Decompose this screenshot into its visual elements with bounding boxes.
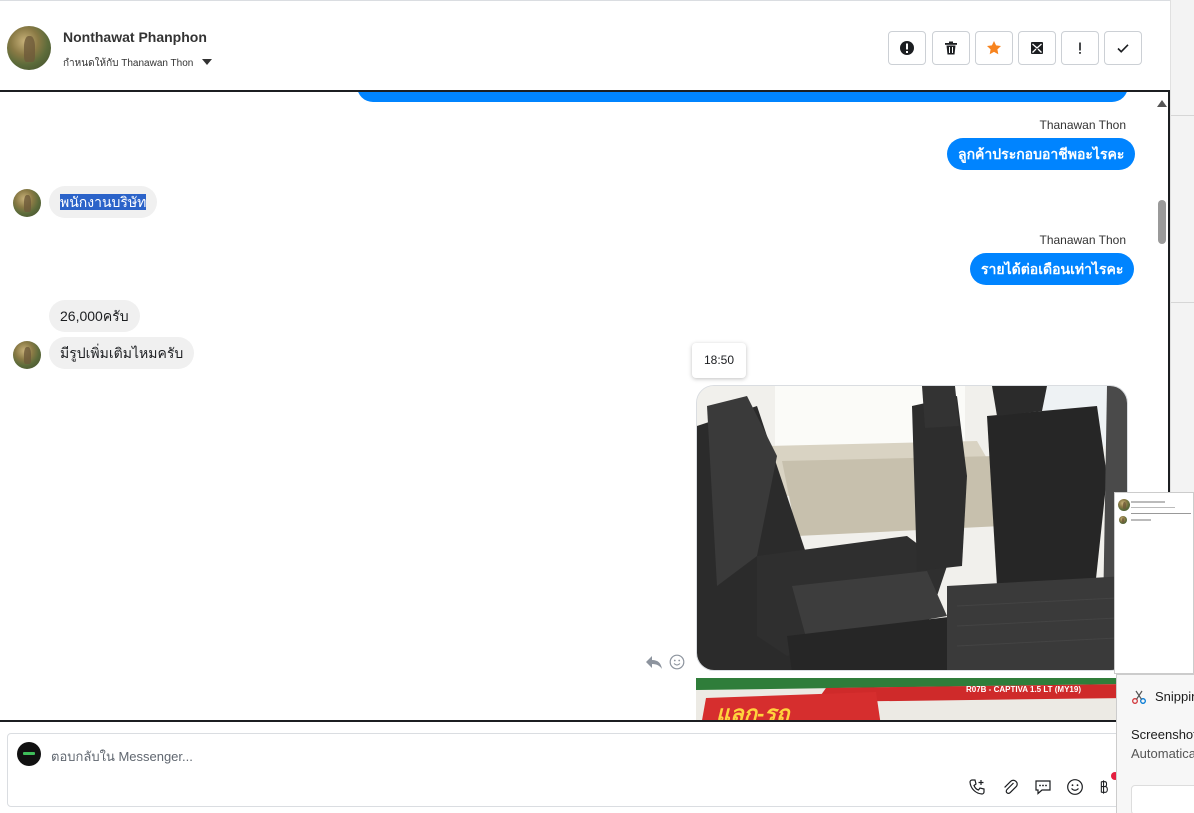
message-actions [645, 654, 685, 670]
emoji-react-icon[interactable] [669, 654, 685, 670]
message-bubble-outgoing[interactable]: ลูกค้าประกอบอาชีพอะไรคะ [947, 138, 1136, 170]
message-bubble-incoming[interactable]: มีรูปเพิ่มเติมไหมครับ [49, 337, 195, 369]
star-icon [987, 41, 1001, 55]
message-photo-attachment[interactable]: R07B - CAPTIVA 1.5 LT (MY19) แลก-รถ [696, 678, 1128, 722]
screenshot-thumbnail[interactable] [1114, 492, 1194, 674]
chat-bubble-icon [1035, 780, 1051, 795]
reply-composer [7, 733, 1137, 807]
attach-button[interactable] [999, 776, 1021, 798]
notification-app-name: Snipping Tool [1155, 689, 1194, 704]
reply-input[interactable] [51, 744, 751, 768]
notification-subtitle: Automatically saved [1131, 746, 1194, 761]
message-bubble-incoming[interactable]: 26,000ครับ [49, 300, 140, 332]
contact-avatar-small [13, 189, 41, 217]
message-photo-attachment[interactable] [696, 385, 1128, 671]
contact-avatar[interactable] [7, 26, 51, 70]
page-avatar [17, 742, 41, 766]
delete-button[interactable] [932, 31, 970, 65]
reply-icon[interactable] [645, 654, 663, 670]
messenger-inbox-window: Nonthawat Phanphon กำหนดให้กับ Thanawan … [0, 0, 1194, 813]
message-bubble-incoming[interactable]: พนักงานบริษัท [49, 186, 158, 218]
notification-action-button[interactable] [1131, 785, 1194, 813]
phone-plus-icon [969, 779, 985, 795]
banner-headline-text: แลก-รถ [716, 701, 790, 722]
sender-name: Thanawan Thon [1039, 233, 1126, 247]
snipping-tool-notification[interactable]: Snipping Tool Screenshot copied Automati… [1116, 674, 1194, 813]
scroll-up-arrow-icon[interactable] [1157, 100, 1167, 107]
contact-name[interactable]: Nonthawat Phanphon [63, 29, 207, 45]
selected-text[interactable]: พนักงานบริษัท [60, 194, 147, 210]
baht-icon [1100, 780, 1108, 794]
paperclip-icon [1004, 779, 1018, 794]
saved-replies-button[interactable] [1032, 776, 1054, 798]
conversation-header: Nonthawat Phanphon กำหนดให้กับ Thanawan … [0, 0, 1170, 90]
spam-button[interactable] [888, 31, 926, 65]
mail-icon [1031, 42, 1043, 54]
priority-button[interactable] [1061, 31, 1099, 65]
star-button[interactable] [975, 31, 1013, 65]
message-thread[interactable]: Thanawan Thon ลูกค้าประกอบอาชีพอะไรคะ พน… [0, 90, 1170, 722]
message-bubble-outgoing-partial[interactable] [357, 92, 1128, 102]
banner-model-text: R07B - CAPTIVA 1.5 LT (MY19) [966, 685, 1081, 694]
notification-title: Screenshot copied [1131, 727, 1194, 742]
done-button[interactable] [1104, 31, 1142, 65]
timestamp-tooltip: 18:50 [692, 343, 746, 378]
smiley-icon [1067, 779, 1083, 795]
check-icon [1117, 44, 1129, 53]
scrollbar-thumb[interactable] [1158, 200, 1166, 244]
scissors-icon [1132, 690, 1146, 704]
alert-circle-icon [900, 41, 914, 55]
call-button[interactable] [966, 776, 988, 798]
car-interior-image [697, 386, 1127, 670]
sender-name: Thanawan Thon [1039, 118, 1126, 132]
contact-avatar-small [13, 341, 41, 369]
assigned-to-dropdown[interactable]: กำหนดให้กับ Thanawan Thon [63, 56, 193, 71]
trash-icon [945, 41, 957, 55]
message-bubble-outgoing[interactable]: รายได้ต่อเดือนเท่าไรคะ [970, 253, 1135, 285]
payment-button[interactable] [1096, 776, 1112, 798]
exclamation-icon [1079, 42, 1081, 54]
emoji-button[interactable] [1064, 776, 1086, 798]
chevron-down-icon[interactable] [202, 59, 212, 65]
mark-unread-button[interactable] [1018, 31, 1056, 65]
